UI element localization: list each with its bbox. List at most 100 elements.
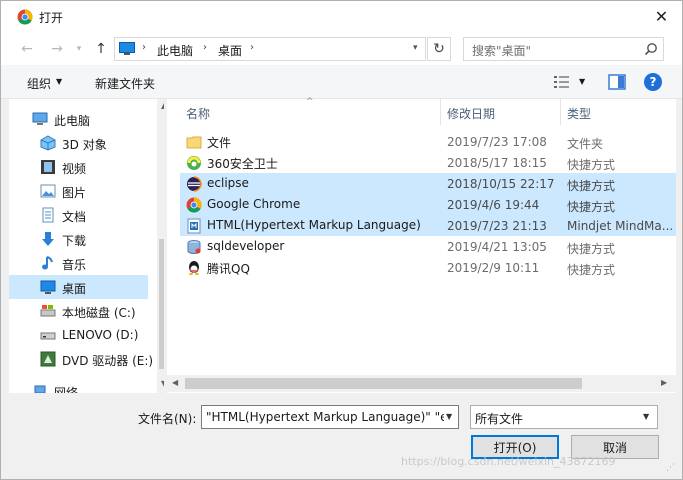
filename-input[interactable]: "HTML(Hypertext Markup Language)" "e ▼ xyxy=(201,405,459,429)
column-header-label: 名称 xyxy=(186,107,211,121)
table-row[interactable]: sqldeveloper 2019/4/21 13:05 快捷方式 xyxy=(180,236,676,257)
help-icon: ? xyxy=(649,75,657,89)
close-icon: ✕ xyxy=(654,7,669,26)
table-row[interactable]: 文件 2019/7/23 17:08 文件夹 xyxy=(180,131,676,152)
file-name: 360安全卫士 xyxy=(207,157,278,171)
chrome-icon xyxy=(186,197,202,213)
arrow-up-icon: ↑ xyxy=(95,41,107,57)
forward-button[interactable]: → xyxy=(47,39,67,59)
file-date: 2019/2/9 10:11 xyxy=(447,261,540,275)
chevron-right-icon[interactable]: › xyxy=(250,42,254,53)
preview-pane-icon[interactable] xyxy=(608,74,626,90)
sidebar-item-this-pc[interactable]: 此电脑 xyxy=(9,107,148,131)
column-header-date[interactable]: 修改日期 xyxy=(441,99,560,125)
column-header-name[interactable]: 名称 xyxy=(180,99,439,125)
address-history-dropdown[interactable]: ▾ xyxy=(413,43,418,53)
sidebar-item-label: 文档 xyxy=(62,210,87,224)
file-type-select[interactable]: 所有文件 ▼ xyxy=(470,405,658,429)
sidebar-item-downloads[interactable]: 下载 xyxy=(9,227,148,251)
sidebar-item-3d-objects[interactable]: 3D 对象 xyxy=(9,131,148,155)
scroll-up-icon[interactable]: ▲ xyxy=(161,101,164,110)
search-icon xyxy=(644,43,657,56)
table-row[interactable]: eclipse 2018/10/15 22:17 快捷方式 xyxy=(180,173,676,194)
view-options-icon[interactable] xyxy=(553,74,571,90)
sidebar-item-dvd-e[interactable]: DVD 驱动器 (E:) xyxy=(9,347,153,371)
chevron-down-icon: ▾ xyxy=(76,44,82,54)
table-row[interactable]: 腾讯QQ 2019/2/9 10:11 快捷方式 xyxy=(180,257,676,278)
sidebar-item-documents[interactable]: 文档 xyxy=(9,203,148,227)
sidebar-item-label: LENOVO (D:) xyxy=(62,328,139,342)
recent-locations-button[interactable]: ▾ xyxy=(69,39,89,59)
file-date: 2018/10/15 22:17 xyxy=(447,177,555,191)
file-name: HTML(Hypertext Markup Language) xyxy=(207,218,421,232)
music-icon xyxy=(42,256,53,270)
back-button[interactable]: ← xyxy=(17,39,37,59)
chevron-right-icon[interactable]: › xyxy=(203,42,207,53)
scroll-right-icon[interactable]: ▶ xyxy=(661,378,667,387)
nav-pane-scrollbar[interactable]: ▲ ▼ xyxy=(157,99,164,393)
refresh-icon: ↻ xyxy=(433,41,445,57)
sidebar-item-videos[interactable]: 视频 xyxy=(9,155,148,179)
chevron-down-icon: ▼ xyxy=(643,412,650,421)
scroll-down-icon[interactable]: ▼ xyxy=(161,379,164,388)
sidebar-item-label: 视频 xyxy=(62,162,87,176)
file-date: 2018/5/17 18:15 xyxy=(447,156,547,170)
chevron-down-icon: ▼ xyxy=(56,77,63,86)
sidebar-item-label: 图片 xyxy=(62,186,87,200)
scroll-left-icon[interactable]: ◀ xyxy=(172,378,178,387)
dvd-drive-icon xyxy=(40,351,56,367)
file-date: 2019/4/6 19:44 xyxy=(447,198,540,212)
chevron-right-icon[interactable]: › xyxy=(142,42,146,53)
chrome-icon xyxy=(17,9,33,25)
address-bar[interactable]: › 此电脑 › 桌面 › ▾ xyxy=(114,37,426,61)
download-icon xyxy=(42,232,54,246)
organize-button[interactable]: 组织 xyxy=(27,75,51,92)
up-button[interactable]: ↑ xyxy=(91,39,111,59)
file-name: eclipse xyxy=(207,176,249,190)
sidebar-item-desktop[interactable]: 桌面 xyxy=(9,275,148,299)
table-row[interactable]: 360安全卫士 2018/5/17 18:15 快捷方式 xyxy=(180,152,676,173)
scrollbar-thumb[interactable] xyxy=(185,378,582,389)
new-folder-button[interactable]: 新建文件夹 xyxy=(95,75,155,92)
local-disk-icon xyxy=(40,305,56,317)
scrollbar-thumb[interactable] xyxy=(159,239,164,369)
command-bar: 组织 ▼ 新建文件夹 ▼ ? xyxy=(1,65,682,99)
table-row[interactable]: Google Chrome 2019/4/6 19:44 快捷方式 xyxy=(180,194,676,215)
file-type: Mindjet MindMa... xyxy=(567,219,674,233)
file-list-hscrollbar[interactable]: ◀ ▶ xyxy=(167,375,676,392)
refresh-button[interactable]: ↻ xyxy=(427,37,451,61)
sidebar-item-network[interactable]: 网络 xyxy=(9,379,148,393)
sidebar-item-label: 此电脑 xyxy=(54,114,91,128)
sidebar-item-label: 下载 xyxy=(62,234,87,248)
resize-grip-icon[interactable]: ⋰ xyxy=(666,463,675,473)
chevron-down-icon[interactable]: ▼ xyxy=(444,412,453,421)
file-type: 快捷方式 xyxy=(567,158,616,172)
file-name: 腾讯QQ xyxy=(207,262,250,276)
sidebar-item-lenovo-d[interactable]: LENOVO (D:) xyxy=(9,323,148,347)
sidebar-item-local-disk-c[interactable]: 本地磁盘 (C:) xyxy=(9,299,148,323)
column-header-type[interactable]: 类型 xyxy=(561,99,676,125)
column-header-label: 修改日期 xyxy=(447,107,496,121)
file-type: 文件夹 xyxy=(567,137,604,151)
table-row[interactable]: HTML(Hypertext Markup Language) 2019/7/2… xyxy=(180,215,676,236)
sidebar-item-label: 本地磁盘 (C:) xyxy=(62,306,136,320)
desktop-icon xyxy=(119,42,135,55)
close-button[interactable]: ✕ xyxy=(641,1,682,32)
watermark-text: https://blog.csdn.net/weixin_43872169 xyxy=(401,455,616,468)
sidebar-item-pictures[interactable]: 图片 xyxy=(9,179,148,203)
arrow-left-icon: ← xyxy=(21,41,33,57)
file-name: 文件 xyxy=(207,136,232,150)
search-input[interactable]: 搜索"桌面" xyxy=(463,37,664,61)
view-dropdown-button[interactable]: ▼ xyxy=(579,77,585,86)
help-button[interactable]: ? xyxy=(644,73,662,91)
sidebar-item-label: 桌面 xyxy=(62,282,87,296)
breadcrumb-this-pc[interactable]: 此电脑 xyxy=(157,42,193,59)
documents-icon xyxy=(42,207,54,223)
search-placeholder: 搜索"桌面" xyxy=(472,44,532,58)
breadcrumb-desktop[interactable]: 桌面 xyxy=(218,42,242,59)
3d-objects-icon xyxy=(40,135,56,151)
file-type: 快捷方式 xyxy=(567,200,616,214)
sidebar-item-music[interactable]: 音乐 xyxy=(9,251,148,275)
computer-icon xyxy=(32,112,48,125)
file-type: 快捷方式 xyxy=(567,263,616,277)
